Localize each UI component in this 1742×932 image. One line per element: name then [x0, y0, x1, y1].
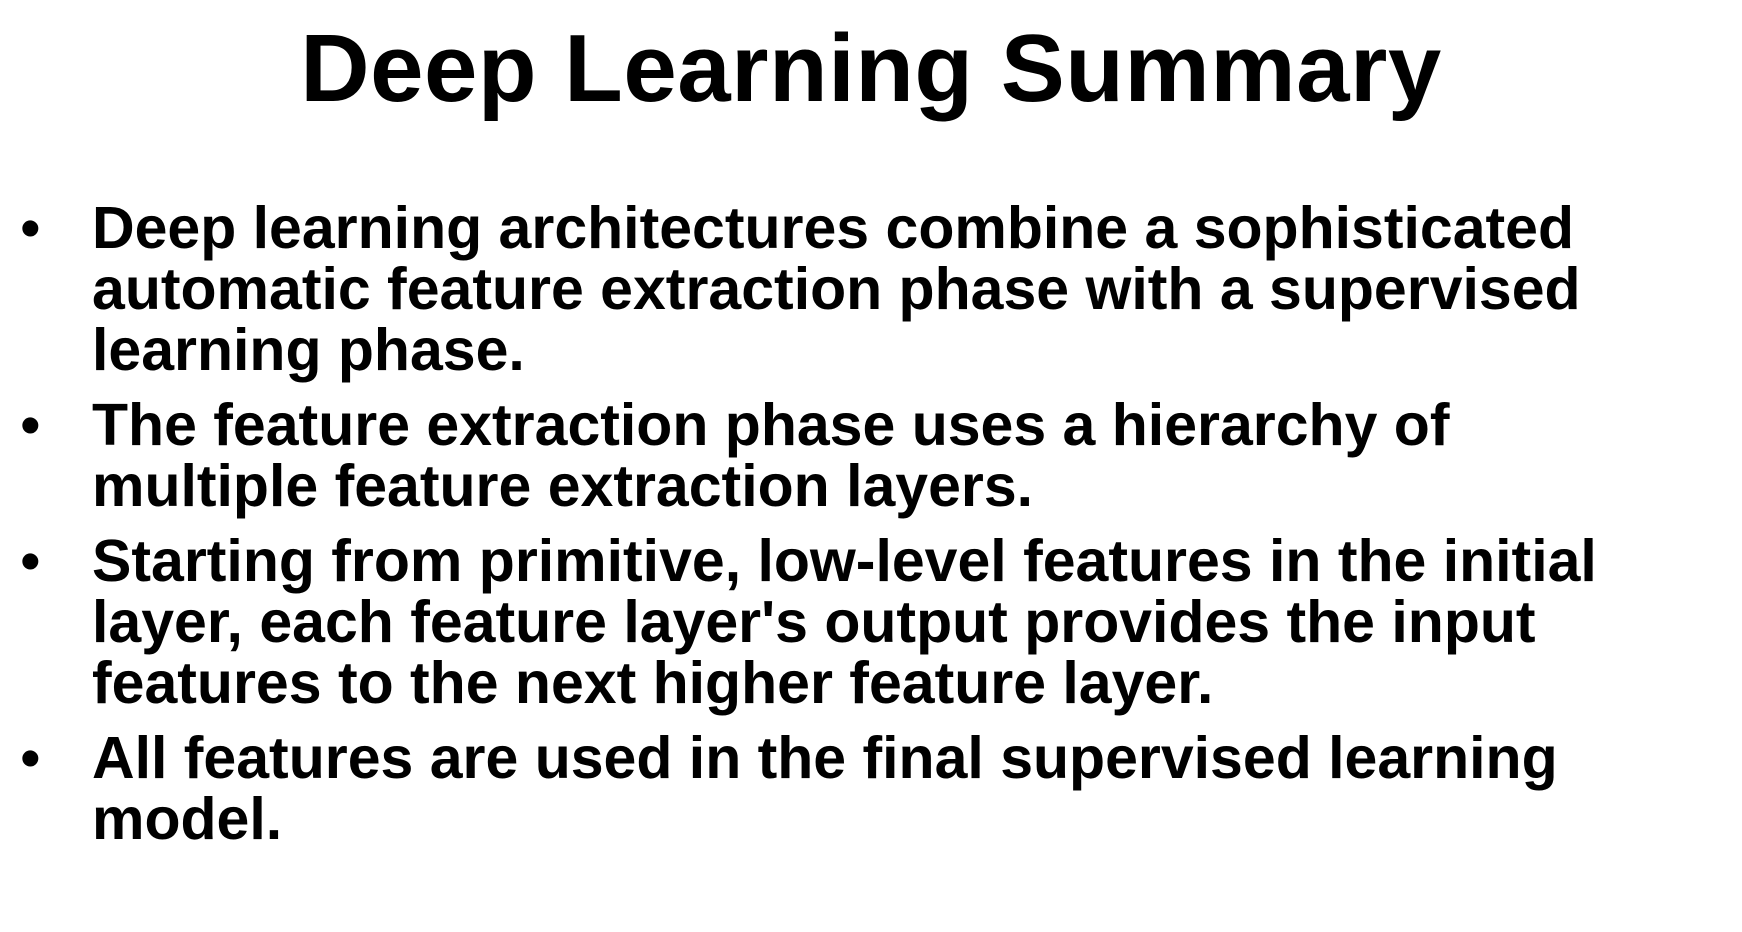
- bullet-icon: •: [20, 392, 41, 458]
- slide-title: Deep Learning Summary: [300, 15, 1442, 122]
- bullet-item: • All features are used in the final sup…: [0, 728, 1742, 850]
- bullet-item: • The feature extraction phase uses a hi…: [0, 395, 1742, 517]
- bullet-text: All features are used in the final super…: [92, 725, 1558, 852]
- bullet-text: Starting from primitive, low-level featu…: [92, 528, 1597, 716]
- bullet-text: Deep learning architectures combine a so…: [92, 195, 1581, 383]
- bullet-icon: •: [20, 528, 41, 594]
- bullet-list: • Deep learning architectures combine a …: [0, 198, 1742, 864]
- bullet-text: The feature extraction phase uses a hier…: [92, 392, 1450, 519]
- bullet-icon: •: [20, 195, 41, 261]
- slide: Deep Learning Summary • Deep learning ar…: [0, 0, 1742, 932]
- bullet-icon: •: [20, 725, 41, 791]
- bullet-item: • Deep learning architectures combine a …: [0, 198, 1742, 381]
- bullet-item: • Starting from primitive, low-level fea…: [0, 531, 1742, 714]
